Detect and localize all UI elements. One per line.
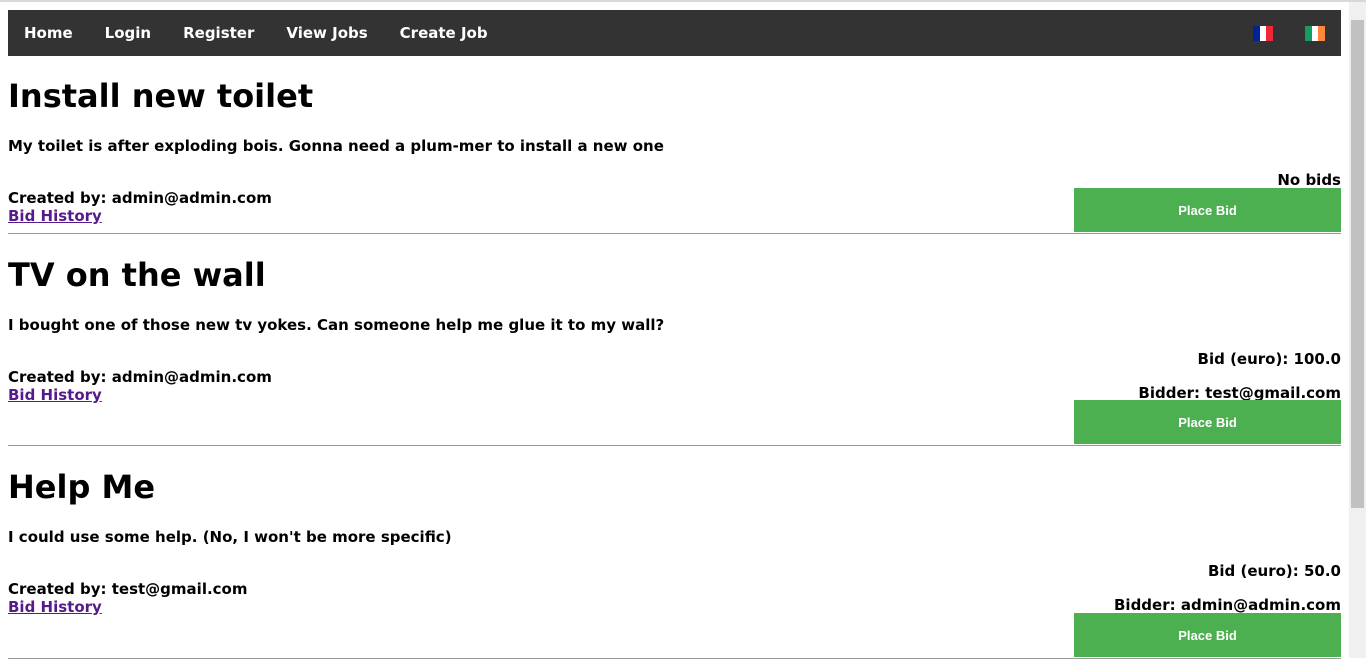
bid-history-link[interactable]: Bid History	[8, 598, 102, 616]
nav-login[interactable]: Login	[89, 10, 167, 56]
place-bid-button[interactable]: Place Bid	[1074, 188, 1341, 232]
job-title: TV on the wall	[8, 256, 266, 294]
job-description: I bought one of those new tv yokes. Can …	[8, 316, 665, 334]
navbar: Home Login Register View Jobs Create Job	[8, 10, 1341, 56]
bid-status: No bids	[1277, 171, 1341, 189]
french-flag-icon[interactable]	[1253, 25, 1274, 41]
created-by: Created by: admin@admin.com	[8, 368, 272, 386]
page: Home Login Register View Jobs Create Job…	[8, 10, 1341, 659]
bid-history-link[interactable]: Bid History	[8, 207, 102, 225]
irish-flag-icon[interactable]	[1305, 25, 1326, 41]
nav-view-jobs[interactable]: View Jobs	[270, 10, 383, 56]
vertical-scrollbar[interactable]	[1349, 2, 1366, 658]
bid-amount: Bid (euro): 100.0	[1197, 350, 1341, 368]
created-by: Created by: admin@admin.com	[8, 189, 272, 207]
place-bid-button[interactable]: Place Bid	[1074, 400, 1341, 444]
created-by: Created by: test@gmail.com	[8, 580, 248, 598]
bidder: Bidder: admin@admin.com	[1114, 596, 1341, 614]
job-title: Help Me	[8, 468, 156, 506]
job-card: TV on the wall I bought one of those new…	[8, 234, 1341, 446]
bid-amount: Bid (euro): 50.0	[1207, 562, 1341, 580]
scrollbar-thumb[interactable]	[1351, 20, 1364, 508]
place-bid-button[interactable]: Place Bid	[1074, 613, 1341, 657]
job-description: My toilet is after exploding bois. Gonna…	[8, 137, 664, 155]
bid-history-link[interactable]: Bid History	[8, 386, 102, 404]
job-card: Help Me I could use some help. (No, I wo…	[8, 446, 1341, 659]
nav-home[interactable]: Home	[8, 10, 89, 56]
nav-create-job[interactable]: Create Job	[384, 10, 504, 56]
job-card: Install new toilet My toilet is after ex…	[8, 56, 1341, 234]
job-title: Install new toilet	[8, 77, 314, 115]
browser-top-border	[0, 0, 1366, 2]
job-description: I could use some help. (No, I won't be m…	[8, 528, 452, 546]
nav-register[interactable]: Register	[167, 10, 270, 56]
